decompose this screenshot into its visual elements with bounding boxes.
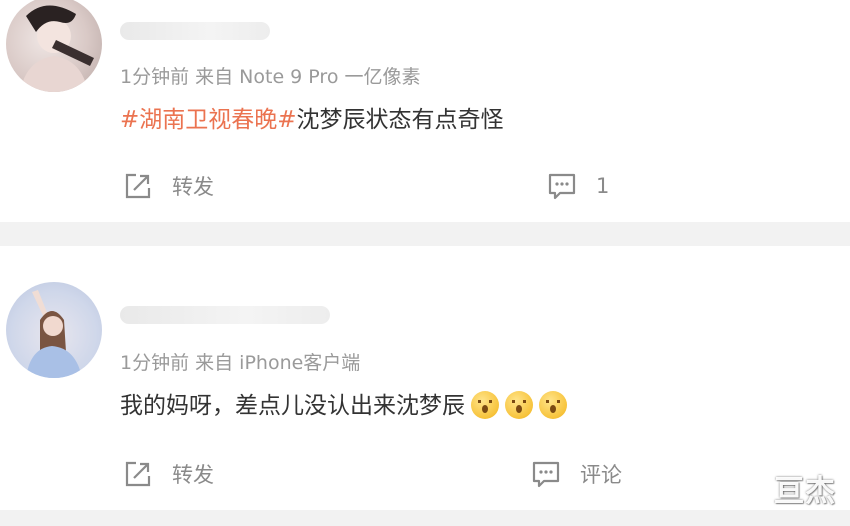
surprised-emoji-icon <box>505 391 533 419</box>
post-text: 我的妈呀，差点儿没认出来沈梦辰 <box>120 393 465 419</box>
repost-button[interactable]: 转发 <box>122 458 214 490</box>
post-card-1: 1分钟前 来自 Note 9 Pro 一亿像素 #湖南卫视春晚#沈梦辰状态有点奇… <box>0 0 850 222</box>
post-content: 我的妈呀，差点儿没认出来沈梦辰 <box>120 386 567 420</box>
comment-button[interactable]: 评论 <box>530 458 622 490</box>
repost-label: 转发 <box>172 175 214 199</box>
comment-icon <box>530 458 562 490</box>
hashtag-link[interactable]: #湖南卫视春晚# <box>120 107 297 133</box>
post-meta: 1分钟前 来自 Note 9 Pro 一亿像素 <box>120 66 421 88</box>
comment-count: 1 <box>596 174 610 198</box>
bottom-divider <box>0 510 850 526</box>
comment-icon <box>546 170 578 202</box>
avatar[interactable] <box>6 0 102 92</box>
repost-icon <box>122 458 154 490</box>
username-redacted[interactable] <box>120 22 270 40</box>
avatar[interactable] <box>6 282 102 378</box>
post-content: #湖南卫视春晚#沈梦辰状态有点奇怪 <box>120 100 504 134</box>
watermark: 亘杰 <box>774 474 836 509</box>
post-divider <box>0 222 850 246</box>
post-text: 沈梦辰状态有点奇怪 <box>296 107 504 133</box>
post-card-2: 1分钟前 来自 iPhone客户端 我的妈呀，差点儿没认出来沈梦辰 转发 评论 <box>0 246 850 510</box>
comment-label: 评论 <box>580 463 622 487</box>
repost-icon <box>122 170 154 202</box>
surprised-emoji-icon <box>471 391 499 419</box>
surprised-emoji-icon <box>539 391 567 419</box>
post-meta: 1分钟前 来自 iPhone客户端 <box>120 352 361 374</box>
comment-button[interactable]: 1 <box>546 170 609 202</box>
repost-label: 转发 <box>172 463 214 487</box>
repost-button[interactable]: 转发 <box>122 170 214 202</box>
username-redacted[interactable] <box>120 306 330 324</box>
